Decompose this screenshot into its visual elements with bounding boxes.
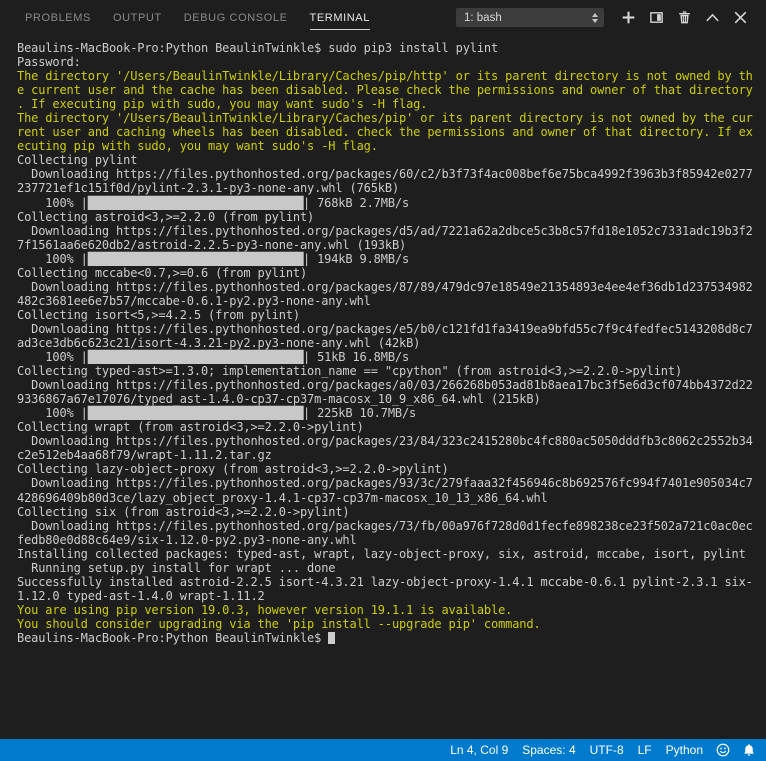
status-language-mode[interactable]: Python [659,739,710,761]
terminal-line: You should consider upgrading via the 'p… [17,616,541,631]
terminal-line: 237721ef1c151f0d/pylint-2.3.1-py3-none-a… [17,181,400,196]
terminal-line: Installing collected packages: typed-ast… [17,546,746,561]
progress-bar-fill: ████████████████████████████████ [87,195,304,210]
close-panel-button[interactable] [726,4,754,32]
terminal-line: Beaulins-MacBook-Pro:Python BeaulinTwink… [17,41,499,55]
terminal-line: You are using pip version 19.0.3, howeve… [17,602,513,617]
terminal-line: e current user and the cache has been di… [17,83,753,98]
terminal-line: 100% |████████████████████████████████| … [17,350,417,365]
terminal-line: Collecting isort<5,>=4.2.5 (from pylint) [17,307,300,322]
status-cursor-position-label: Ln 4, Col 9 [450,743,509,757]
status-feedback-button[interactable] [710,739,736,761]
terminal-line-container: Beaulins-MacBook-Pro:Python BeaulinTwink… [17,41,766,645]
terminal-line: Collecting mccabe<0.7,>=0.6 (from pylint… [17,265,308,280]
terminal-line: 9336867a67e17076/typed_ast-1.4.0-cp37-cp… [17,392,541,407]
status-notifications-button[interactable] [736,739,762,761]
tab-output[interactable]: OUTPUT [102,0,173,35]
terminal-line: Beaulins-MacBook-Pro:Python BeaulinTwink… [17,631,766,645]
terminal-line: ad3ce3db6c623c21/isort-4.3.21-py2.py3-no… [17,335,421,350]
tab-debug-console[interactable]: DEBUG CONSOLE [173,0,299,35]
status-cursor-position[interactable]: Ln 4, Col 9 [443,739,515,761]
terminal-output[interactable]: Beaulins-MacBook-Pro:Python BeaulinTwink… [0,35,766,739]
terminal-line: Collecting lazy-object-proxy (from astro… [17,462,449,477]
terminal-line: Collecting six (from astroid<3,>=2.2.0->… [17,504,350,519]
bell-icon [744,744,754,756]
terminal-line: Collecting wrapt (from astroid<3,>=2.2.0… [17,420,364,435]
tab-terminal[interactable]: TERMINAL [299,0,381,35]
tab-output-label: OUTPUT [112,11,162,24]
terminal-line: The directory '/Users/BeaulinTwinkle/Lib… [17,111,753,126]
terminal-line: 1.12.0 typed-ast-1.4.0 wrapt-1.11.2 [17,588,265,603]
tab-problems[interactable]: PROBLEMS [14,0,102,35]
new-terminal-button[interactable] [614,4,642,32]
trash-icon [678,11,690,24]
terminal-line: 100% |████████████████████████████████| … [17,195,417,210]
tab-problems-label: PROBLEMS [25,11,91,24]
terminal-line: Collecting typed-ast>=1.3.0; implementat… [17,364,683,379]
terminal-line: Downloading https://files.pythonhosted.o… [17,476,753,491]
vscode-window: PROBLEMS OUTPUT DEBUG CONSOLE TERMINAL 1… [0,0,766,761]
terminal-instance-select-value: 1: bash [464,11,502,24]
panel-actions: 1: bash [456,0,758,35]
chevron-up-icon [705,13,719,22]
split-terminal-button[interactable] [642,4,670,32]
status-language-mode-label: Python [665,743,703,757]
terminal-line: 428696409b80d3ce/lazy_object_proxy-1.4.1… [17,490,548,505]
terminal-line: c2e512eb4aa68f79/wrapt-1.11.2.tar.gz [17,448,272,463]
close-icon [734,11,746,24]
terminal-line: fedb80e0d88c64e9/six-1.12.0-py2.py3-none… [17,532,357,547]
terminal-line: 482c3681ee6e7b57/mccabe-0.6.1-py2.py3-no… [17,293,371,308]
terminal-cursor [328,631,336,644]
tab-debug-console-label: DEBUG CONSOLE [183,11,288,24]
tab-terminal-label: TERMINAL [309,11,370,24]
status-indentation-label: Spaces: 4 [522,743,576,757]
terminal-line: Downloading https://files.pythonhosted.o… [17,279,753,294]
progress-bar-fill: ████████████████████████████████ [87,406,304,421]
terminal-line: Collecting astroid<3,>=2.2.0 (from pylin… [17,209,315,224]
terminal-line: 100% |████████████████████████████████| … [17,406,424,421]
panel-tab-list: PROBLEMS OUTPUT DEBUG CONSOLE TERMINAL [14,0,381,35]
terminal-line: Downloading https://files.pythonhosted.o… [17,378,753,393]
status-bar-right: Ln 4, Col 9 Spaces: 4 UTF-8 LF Python [443,739,762,761]
terminal-line: rent user and caching wheels has been di… [17,125,753,140]
terminal-line: Collecting pylint [17,153,138,168]
terminal-instance-select[interactable]: 1: bash [456,8,604,27]
progress-bar-fill: ████████████████████████████████ [87,350,304,365]
status-bar: Ln 4, Col 9 Spaces: 4 UTF-8 LF Python [0,739,766,761]
terminal-line: Downloading https://files.pythonhosted.o… [17,518,753,533]
status-encoding-label: UTF-8 [589,743,624,757]
kill-terminal-button[interactable] [670,4,698,32]
terminal-line: Downloading https://files.pythonhosted.o… [17,223,753,238]
terminal-line: . If executing pip with sudo, you may wa… [17,97,428,112]
terminal-line: The directory '/Users/BeaulinTwinkle/Lib… [17,69,753,84]
status-eol[interactable]: LF [631,739,659,761]
smiley-icon [716,743,730,757]
maximize-panel-button[interactable] [698,4,726,32]
status-encoding[interactable]: UTF-8 [583,739,631,761]
terminal-line: Downloading https://files.pythonhosted.o… [17,321,753,336]
terminal-line: Password: [17,55,81,70]
status-eol-label: LF [637,743,652,757]
status-indentation[interactable]: Spaces: 4 [515,739,582,761]
terminal-line: Downloading https://files.pythonhosted.o… [17,167,753,182]
progress-bar-fill: ████████████████████████████████ [87,251,304,266]
select-stepper-arrows-icon [592,12,598,23]
terminal-line: 7f1561aa6e620db2/astroid-2.2.5-py3-none-… [17,237,407,252]
terminal-line: Running setup.py install for wrapt ... d… [17,560,336,575]
terminal-line: Downloading https://files.pythonhosted.o… [17,434,753,449]
terminal-line: ecuting pip with sudo, you may want sudo… [17,139,378,154]
plus-icon [622,11,634,24]
panel-header-bar: PROBLEMS OUTPUT DEBUG CONSOLE TERMINAL 1… [0,0,766,35]
terminal-line: 100% |████████████████████████████████| … [17,251,417,266]
split-icon [649,12,663,23]
terminal-line: Successfully installed astroid-2.2.5 iso… [17,574,753,589]
